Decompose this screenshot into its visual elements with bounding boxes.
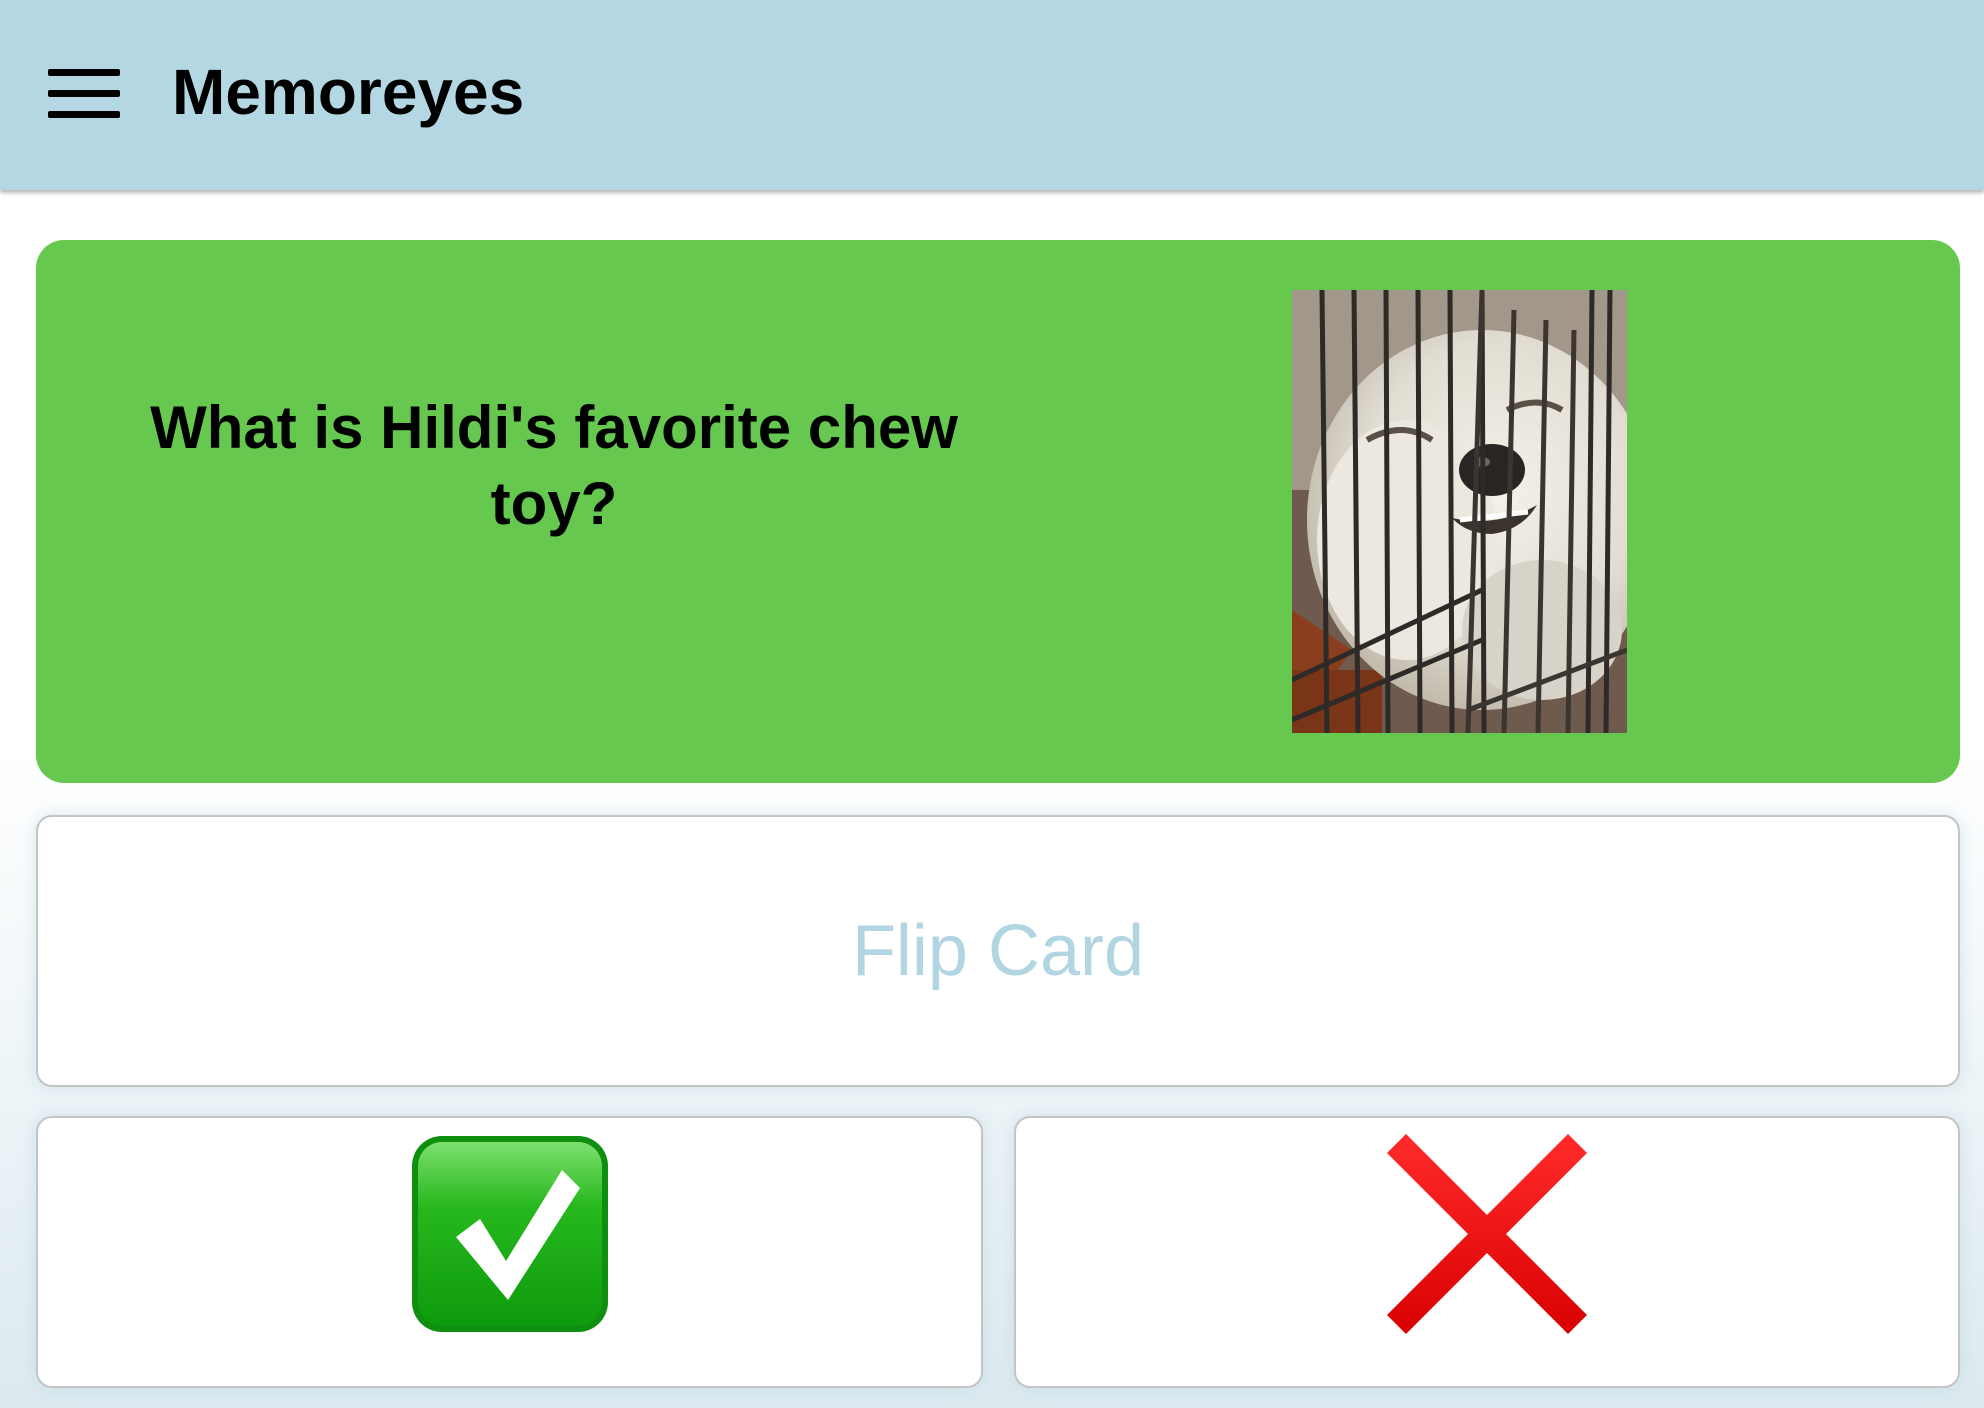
question-image bbox=[1292, 290, 1627, 733]
app-title: Memoreyes bbox=[172, 56, 525, 128]
incorrect-answer-button[interactable] bbox=[1014, 1116, 1960, 1388]
check-mark-icon bbox=[410, 1134, 610, 1334]
app-bar: Memoreyes bbox=[0, 0, 1984, 190]
flip-card-label: Flip Card bbox=[851, 911, 1145, 991]
menu-bar-top bbox=[48, 69, 120, 76]
question-text: What is Hildi's favorite chew toy? bbox=[150, 394, 958, 537]
hamburger-menu-icon[interactable] bbox=[40, 62, 128, 126]
main-content: What is Hildi's favorite chew toy? Flip … bbox=[0, 190, 1984, 1408]
correct-answer-button[interactable] bbox=[36, 1116, 983, 1388]
dog-in-crate-photo bbox=[1292, 290, 1627, 733]
menu-bar-bottom bbox=[48, 111, 120, 118]
question-card: What is Hildi's favorite chew toy? bbox=[36, 240, 1960, 783]
flip-card-button[interactable]: Flip Card bbox=[36, 815, 1960, 1087]
menu-bar-middle bbox=[48, 90, 120, 97]
cross-mark-icon bbox=[1387, 1134, 1587, 1334]
